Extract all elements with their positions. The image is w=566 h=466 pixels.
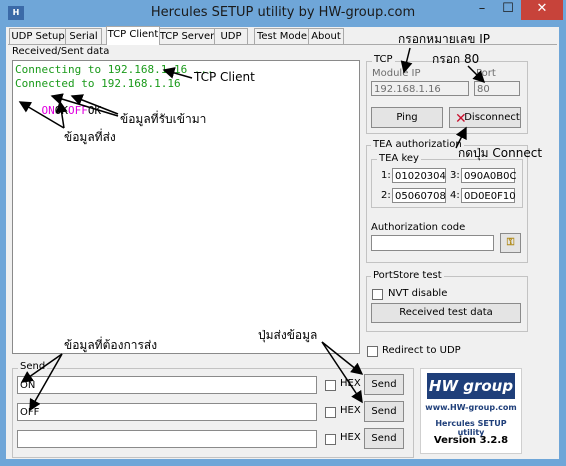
annotation-received: ข้อมูลที่รับเข้ามา <box>120 112 207 126</box>
send-button-arrow <box>321 341 363 404</box>
to-send-arrow <box>29 353 63 412</box>
annotation-send-button: ปุ่มส่งข้อมูล <box>258 328 318 342</box>
tcp-client-arrow <box>162 67 193 79</box>
annotation-ip: กรอกหมายเลข IP <box>398 32 491 46</box>
annotation-connect: กดปุ่ม Connect <box>458 146 543 160</box>
ip-arrow <box>400 47 413 74</box>
received-arrow <box>70 94 119 115</box>
sent-arrow <box>18 101 65 129</box>
annotation-port: กรอก 80 <box>432 52 480 66</box>
annotation-sent: ข้อมูลที่ส่ง <box>64 130 116 144</box>
to-send-arrow <box>20 353 63 383</box>
annotation-to-send: ข้อมูลที่ต้องการส่ง <box>64 338 158 352</box>
send-button-arrow <box>321 341 364 375</box>
sent-arrow <box>55 100 68 129</box>
annotation-arrows <box>18 47 486 412</box>
tab-tcp-client[interactable]: TCP Client <box>106 26 160 45</box>
annotation-tcp-client: TCP Client <box>194 70 255 84</box>
